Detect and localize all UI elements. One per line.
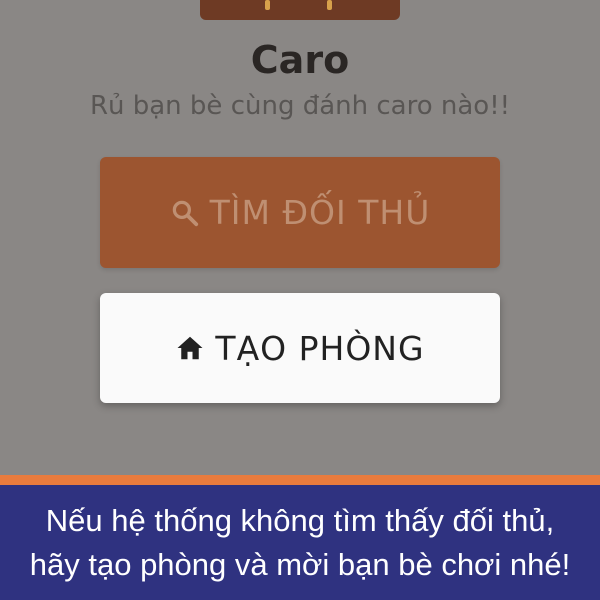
create-room-label: TẠO PHÒNG — [215, 328, 425, 368]
logo-peg-left — [265, 0, 270, 10]
find-opponent-button[interactable]: TÌM ĐỐI THỦ — [100, 157, 500, 268]
create-room-button[interactable]: TẠO PHÒNG — [100, 293, 500, 403]
banner-line-1: Nếu hệ thống không tìm thấy đối thủ, — [45, 503, 555, 538]
app-logo — [200, 0, 400, 20]
banner-accent-stripe — [0, 475, 600, 485]
logo-peg-right — [327, 0, 332, 10]
banner-line-2: hãy tạo phòng và mời bạn bè chơi nhé! — [29, 547, 571, 582]
info-banner: Nếu hệ thống không tìm thấy đối thủ, hãy… — [0, 485, 600, 600]
app-subtitle: Rủ bạn bè cùng đánh caro nào!! — [89, 91, 511, 121]
app-title: Caro — [250, 38, 350, 82]
search-icon — [170, 198, 200, 228]
home-icon — [175, 333, 205, 363]
find-opponent-label: TÌM ĐỐI THỦ — [209, 193, 431, 232]
